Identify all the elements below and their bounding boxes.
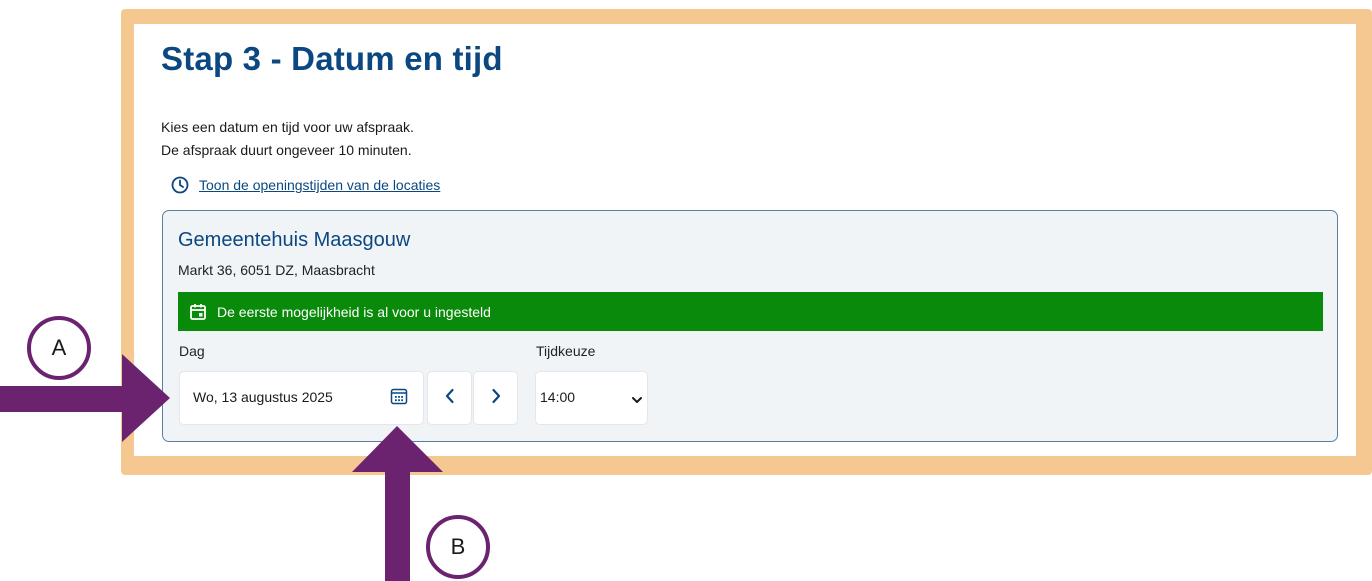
annotation-arrows [0,354,443,581]
screenshot-stage: Stap 3 - Datum en tijd Kies een datum en… [0,0,1372,581]
arrow-a [0,354,170,442]
callout-a: A [27,316,91,380]
callout-b: B [426,515,490,579]
